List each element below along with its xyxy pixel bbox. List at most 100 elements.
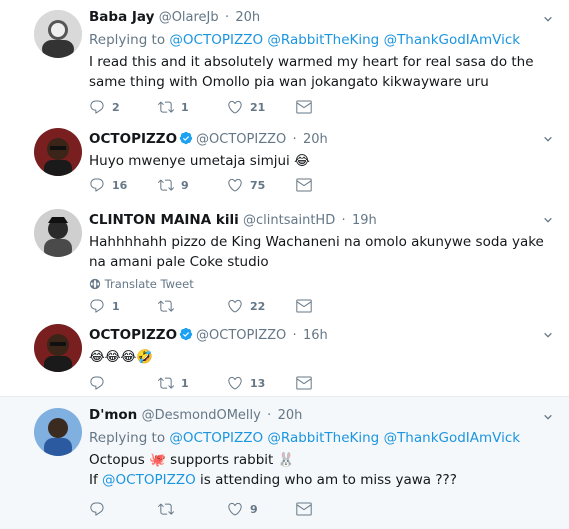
avatar[interactable] xyxy=(34,324,82,372)
chevron-down-icon[interactable] xyxy=(543,412,553,422)
handle[interactable]: @OlareJb xyxy=(159,10,219,25)
tweet-dmon[interactable]: D'mon @DesmondOMelly · 20h Replying to @… xyxy=(0,397,569,529)
timestamp[interactable]: 16h xyxy=(303,328,328,343)
mention-link[interactable]: @OCTOPIZZO xyxy=(169,32,263,48)
retweet-button[interactable] xyxy=(158,298,181,314)
like-button[interactable]: 13 xyxy=(227,375,265,391)
envelope-icon xyxy=(296,177,312,193)
direct-message-button[interactable] xyxy=(296,501,312,517)
translate-tweet-link[interactable]: Translate Tweet xyxy=(89,276,553,292)
tweet-header: CLINTON MAINA kili @clintsaintHD · 19h xyxy=(89,211,553,230)
reply-button[interactable]: 1 xyxy=(89,298,120,314)
replying-prefix: Replying to xyxy=(89,32,166,48)
tweet-text-line: If @OCTOPIZZO is attending who am to mis… xyxy=(89,470,553,490)
display-name[interactable]: CLINTON MAINA kili xyxy=(89,212,239,228)
direct-message-button[interactable] xyxy=(296,375,312,391)
direct-message-button[interactable] xyxy=(296,177,312,193)
tweet-text: Huyo mwenye umetaja simjui 😂 xyxy=(89,153,310,169)
direct-message-button[interactable] xyxy=(296,298,312,314)
timestamp[interactable]: 20h xyxy=(303,132,328,147)
envelope-icon xyxy=(296,99,312,115)
chevron-down-icon[interactable] xyxy=(543,215,553,225)
octopus-emoji: 🐙 xyxy=(149,452,166,468)
like-button[interactable]: 75 xyxy=(227,177,265,193)
tweet-text: 😂😂😂🤣 xyxy=(89,349,154,365)
like-button[interactable]: 21 xyxy=(227,99,265,115)
separator-dot: · xyxy=(341,213,346,228)
reply-button[interactable] xyxy=(89,375,112,391)
separator-dot: · xyxy=(292,132,297,147)
handle[interactable]: @OCTOPIZZO xyxy=(196,132,286,147)
reply-icon xyxy=(89,99,105,115)
chevron-down-icon[interactable] xyxy=(543,330,553,340)
avatar[interactable] xyxy=(34,209,82,257)
timestamp[interactable]: 19h xyxy=(352,213,377,228)
reply-button[interactable]: 2 xyxy=(89,99,120,115)
avatar[interactable] xyxy=(34,10,82,58)
handle[interactable]: @DesmondOMelly xyxy=(142,408,261,423)
reply-button[interactable]: 16 xyxy=(89,177,127,193)
globe-icon xyxy=(89,278,101,290)
handle[interactable]: @clintsaintHD xyxy=(243,213,335,228)
tweet-clinton-maina[interactable]: CLINTON MAINA kili @clintsaintHD · 19h H… xyxy=(0,205,569,320)
retweet-button[interactable]: 9 xyxy=(158,177,189,193)
reply-count: 2 xyxy=(112,100,120,114)
tweet-text-line: Octopus 🐙 supports rabbit 🐰 xyxy=(89,450,553,470)
mention-link[interactable]: @OCTOPIZZO xyxy=(102,472,196,488)
like-button[interactable]: 22 xyxy=(227,298,265,314)
reply-icon xyxy=(89,375,105,391)
display-name[interactable]: OCTOPIZZO xyxy=(89,327,177,343)
translate-label: Translate Tweet xyxy=(104,277,194,291)
retweet-button[interactable] xyxy=(158,501,181,517)
direct-message-button[interactable] xyxy=(296,99,312,115)
handle[interactable]: @OCTOPIZZO xyxy=(196,328,286,343)
separator-dot: · xyxy=(224,10,230,25)
timestamp[interactable]: 20h xyxy=(235,10,260,25)
text-segment: is attending who am to miss yawa ??? xyxy=(195,472,457,488)
timestamp[interactable]: 20h xyxy=(278,408,303,423)
reply-icon xyxy=(89,177,105,193)
retweet-count: 9 xyxy=(181,178,189,192)
heart-icon xyxy=(227,99,243,115)
retweet-count: 1 xyxy=(181,376,189,390)
text-segment: supports rabbit xyxy=(165,452,278,468)
mention-link[interactable]: @ThankGodIAmVick xyxy=(384,32,521,48)
envelope-icon xyxy=(296,298,312,314)
retweet-button[interactable]: 1 xyxy=(158,99,189,115)
like-count: 22 xyxy=(250,299,266,313)
rabbit-emoji: 🐰 xyxy=(277,452,295,468)
replying-to: Replying to @OCTOPIZZO @RabbitTheKing @T… xyxy=(89,31,553,49)
tweet-header: OCTOPIZZO @OCTOPIZZO · 16h xyxy=(89,326,553,345)
tweet-header: Baba Jay @OlareJb · 20h xyxy=(89,8,553,27)
display-name[interactable]: Baba Jay xyxy=(89,9,154,25)
mention-link[interactable]: @RabbitTheKing xyxy=(267,32,379,48)
replying-prefix: Replying to xyxy=(89,430,166,446)
display-name[interactable]: OCTOPIZZO xyxy=(89,131,177,147)
envelope-icon xyxy=(296,501,312,517)
heart-icon xyxy=(227,375,243,391)
like-button[interactable]: 9 xyxy=(227,501,258,517)
heart-icon xyxy=(227,298,243,314)
reply-icon xyxy=(89,501,105,517)
text-segment: If xyxy=(89,472,103,488)
chevron-down-icon[interactable] xyxy=(543,14,553,24)
avatar[interactable] xyxy=(34,408,82,456)
mention-link[interactable]: @OCTOPIZZO xyxy=(169,430,263,446)
tweet-text: Octopus 🐙 supports rabbit 🐰 If @OCTOPIZZ… xyxy=(89,450,553,490)
display-name[interactable]: D'mon xyxy=(89,407,137,423)
tweet-octopizzo-2[interactable]: OCTOPIZZO @OCTOPIZZO · 16h 😂😂😂🤣 1 13 xyxy=(0,320,569,396)
retweet-icon xyxy=(158,298,174,314)
mention-link[interactable]: @RabbitTheKing xyxy=(267,430,379,446)
tweet-octopizzo-1[interactable]: OCTOPIZZO @OCTOPIZZO · 20h Huyo mwenye um… xyxy=(0,124,569,204)
reply-count: 1 xyxy=(112,299,120,313)
tweet-baba-jay[interactable]: Baba Jay @OlareJb · 20h Replying to @OCT… xyxy=(0,0,569,118)
tweet-header: D'mon @DesmondOMelly · 20h xyxy=(89,406,553,425)
heart-icon xyxy=(227,501,243,517)
retweet-icon xyxy=(158,375,174,391)
tweet-header: OCTOPIZZO @OCTOPIZZO · 20h xyxy=(89,130,553,149)
mention-link[interactable]: @ThankGodIAmVick xyxy=(384,430,521,446)
reply-button[interactable] xyxy=(89,501,112,517)
retweet-button[interactable]: 1 xyxy=(158,375,189,391)
avatar[interactable] xyxy=(34,128,82,176)
chevron-down-icon[interactable] xyxy=(543,134,553,144)
